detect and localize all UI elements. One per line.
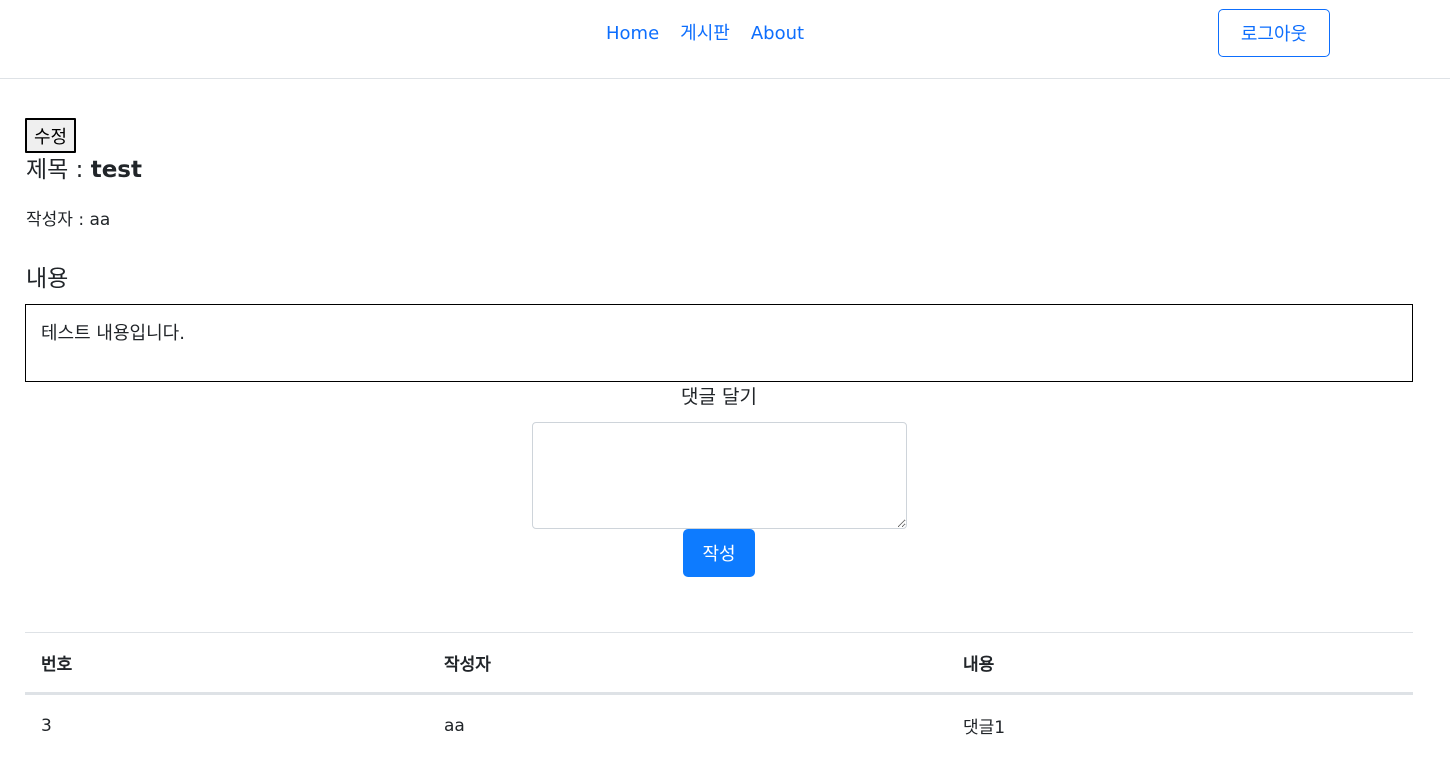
table-header-row: 번호 작성자 내용 — [25, 632, 1413, 695]
top-navbar: Home 게시판 About 로그아웃 — [0, 0, 1450, 79]
column-header-content: 내용 — [947, 632, 1413, 695]
post-author: 작성자 : aa — [26, 210, 111, 230]
logout-button[interactable]: 로그아웃 — [1218, 9, 1330, 57]
comment-input[interactable] — [532, 422, 907, 529]
comment-author: aa — [444, 715, 465, 736]
comment-submit-button[interactable]: 작성 — [683, 529, 755, 577]
main-nav: Home 게시판 About — [606, 20, 825, 48]
content-heading: 내용 — [26, 266, 69, 292]
post-title-prefix: 제목 : — [26, 157, 91, 183]
column-header-no: 번호 — [25, 632, 428, 695]
post-title-value: test — [90, 157, 142, 183]
column-header-author: 작성자 — [428, 632, 947, 695]
comment-content: 댓글1 — [963, 718, 1006, 739]
edit-button[interactable]: 수정 — [25, 118, 77, 153]
post-title: 제목 : test — [26, 155, 142, 185]
post-content: 테스트 내용입니다. — [25, 304, 1413, 382]
nav-board-link[interactable]: 게시판 — [680, 20, 730, 48]
comment-no: 3 — [41, 715, 52, 736]
nav-home-link[interactable]: Home — [606, 20, 659, 48]
comment-form-label: 댓글 달기 — [681, 386, 757, 408]
table-row: 3 aa 댓글1 — [25, 694, 1413, 757]
comments-table: 번호 작성자 내용 3 aa 댓글1 — [25, 632, 1413, 757]
nav-about-link[interactable]: About — [751, 20, 804, 48]
